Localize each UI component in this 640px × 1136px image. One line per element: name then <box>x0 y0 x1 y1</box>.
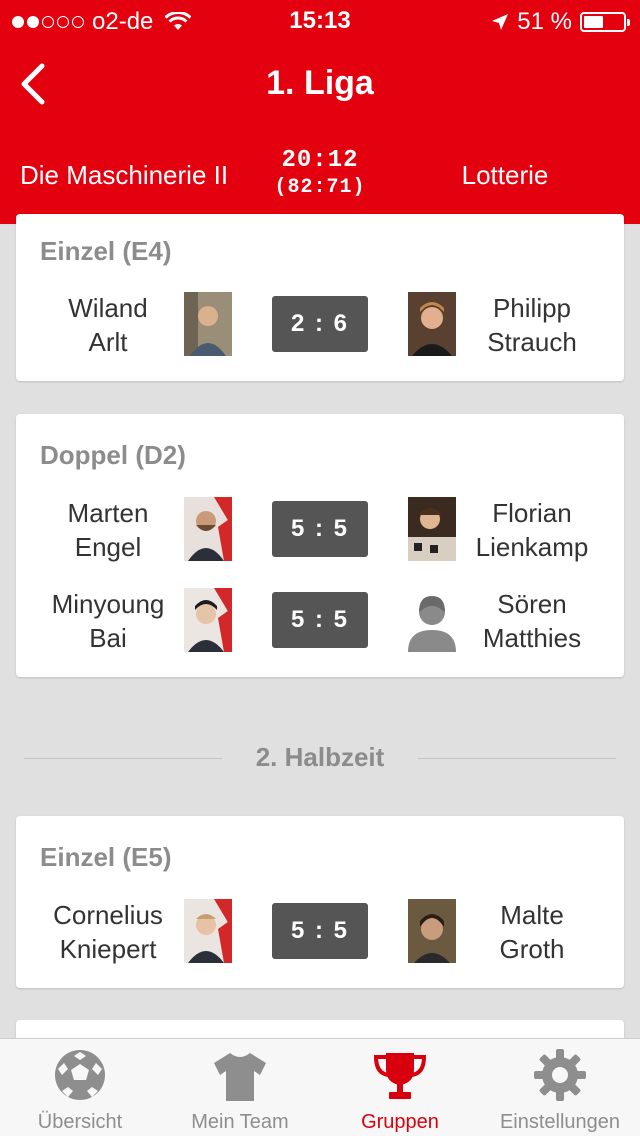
away-team-name: Lotterie <box>461 160 549 190</box>
shirt-icon <box>214 1053 266 1101</box>
player-avatar <box>184 497 232 561</box>
status-bar: o2-de 15:13 51 % <box>0 0 640 40</box>
section-divider: 2. Halbzeit <box>24 740 616 776</box>
away-player-name: Florian Lienkamp <box>475 498 589 562</box>
home-player-name: Marten Engel <box>67 498 149 562</box>
game-row[interactable]: Marten Engel 5 : 5 Florian Lienkamp <box>16 497 624 562</box>
tab-label: Einstellungen <box>499 1111 621 1133</box>
trophy-icon <box>373 1053 427 1099</box>
away-player-name: Philipp Strauch <box>487 293 577 357</box>
game-score: 2 : 6 <box>272 296 368 352</box>
game-card[interactable]: Doppel (D2) Marten Engel 5 : 5 Florian Lie… <box>16 414 624 677</box>
away-player-name: Malte Groth <box>499 900 565 964</box>
game-row[interactable]: Minyoung Bai 5 : 5 Sören Matthies <box>16 588 624 653</box>
game-row[interactable]: Cornelius Kniepert 5 : 5 Malte Groth <box>16 899 624 964</box>
game-card[interactable]: Einzel (E5) Cornelius Kniepert 5 : 5 Malt… <box>16 816 624 988</box>
gear-icon <box>534 1049 586 1101</box>
game-score: 5 : 5 <box>272 903 368 959</box>
header-bar: o2-de 15:13 51 % 1. Liga Die Maschinerie… <box>0 0 640 224</box>
home-team-name: Die Maschinerie II <box>20 160 229 190</box>
game-score: 5 : 5 <box>272 592 368 648</box>
soccer-ball-icon <box>55 1050 105 1100</box>
away-player-name: Sören Matthies <box>482 589 582 653</box>
game-title: Einzel (E4) <box>40 236 172 266</box>
home-player-name: Cornelius Kniepert <box>53 900 163 964</box>
battery-icon <box>580 12 630 32</box>
tab-label: Mein Team <box>191 1111 289 1133</box>
tab-settings[interactable]: Einstellungen <box>480 1039 640 1136</box>
tab-overview[interactable]: Übersicht <box>0 1039 160 1136</box>
game-row[interactable]: Wiland Arlt 2 : 6 Philipp Strauch <box>16 292 624 357</box>
tab-my-team[interactable]: Mein Team <box>160 1039 320 1136</box>
tab-label: Übersicht <box>37 1111 123 1133</box>
player-avatar <box>184 292 232 356</box>
player-avatar <box>184 588 232 652</box>
game-title: Einzel (E5) <box>40 842 172 872</box>
match-total-score: 20:12 <box>281 147 359 174</box>
match-score: 20:12 (82:71) <box>250 147 390 199</box>
location-arrow-icon <box>492 14 509 30</box>
game-score: 5 : 5 <box>272 501 368 557</box>
game-title: Doppel (D2) <box>40 440 186 470</box>
home-player-name: Wiland Arlt <box>68 293 148 357</box>
game-card[interactable]: Einzel (E4) Wiland Arlt 2 : 6 Philipp Stra… <box>16 214 624 381</box>
page-title: 1. Liga <box>266 64 374 102</box>
player-avatar <box>184 899 232 963</box>
tab-bar: Übersicht Mein Team Gruppen Einstellunge… <box>0 1038 640 1136</box>
home-player-name: Minyoung Bai <box>51 589 165 653</box>
match-half-score: (82:71) <box>274 176 366 199</box>
battery-percentage: 51 % <box>517 8 572 35</box>
section-divider-label: 2. Halbzeit <box>255 742 385 772</box>
tab-groups[interactable]: Gruppen <box>320 1039 480 1136</box>
tab-label: Gruppen <box>361 1111 439 1133</box>
